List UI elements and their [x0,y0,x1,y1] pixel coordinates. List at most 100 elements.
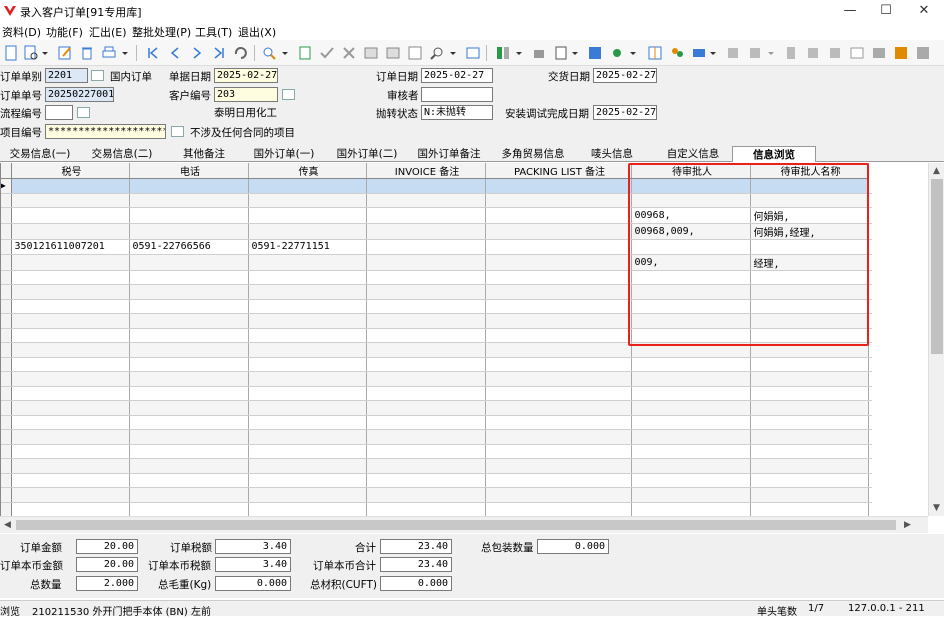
row-indicator[interactable] [1,270,12,285]
table-cell[interactable] [129,223,249,240]
last-record-icon[interactable] [210,44,228,62]
next-record-icon[interactable] [188,44,206,62]
table-cell[interactable] [129,284,249,300]
table-cell[interactable]: 009, [631,254,751,271]
install-date-field[interactable]: 2025-02-27 [593,105,657,120]
table-cell[interactable] [129,400,249,416]
delete-icon[interactable] [78,44,96,62]
table-cell[interactable] [248,178,367,194]
project-no-field[interactable]: ********************* [45,124,166,139]
table-cell[interactable]: 00968,009, [631,223,751,240]
row-indicator[interactable] [1,193,12,208]
table-cell[interactable] [248,193,367,208]
table-cell[interactable] [485,328,632,343]
table-row[interactable]: 00968, 何娟娟, [1,207,872,224]
table-cell[interactable] [631,473,751,488]
attachment-icon[interactable] [464,44,482,62]
table-cell[interactable] [485,429,632,445]
table-cell[interactable] [631,429,751,445]
table-cell[interactable] [485,254,632,271]
table-cell[interactable] [11,207,130,224]
tab-other-notes[interactable]: 其他备注 [174,146,234,162]
table-cell[interactable] [11,415,130,430]
table-cell[interactable] [11,178,130,194]
table-cell[interactable]: 00968, [631,207,751,224]
order-date-field[interactable]: 2025-02-27 [421,68,493,83]
table-cell[interactable] [129,207,249,224]
table-cell[interactable] [631,487,751,503]
table-cell[interactable] [11,400,130,416]
table-cell[interactable] [248,415,367,430]
maximize-button[interactable]: ☐ [868,0,904,22]
row-indicator[interactable] [1,400,12,416]
table-cell[interactable] [485,178,632,194]
row-indicator[interactable] [1,502,12,516]
table-cell[interactable] [248,400,367,416]
table-cell[interactable] [366,502,486,516]
row-indicator[interactable] [1,357,12,372]
customer-lookup-button[interactable] [282,89,295,100]
table-cell[interactable] [11,328,130,343]
table-cell[interactable]: 经理, [750,254,869,271]
confirm-icon[interactable] [318,44,336,62]
row-indicator[interactable] [1,444,12,459]
table-cell[interactable] [129,473,249,488]
table-cell[interactable] [631,357,751,372]
tab-foreign-order-1[interactable]: 国外订单(一) [248,146,320,162]
col-header-tax-no[interactable]: 税号 [11,163,130,179]
table-cell[interactable] [485,270,632,285]
table-cell[interactable] [631,342,751,358]
new-doc-icon[interactable] [2,44,20,62]
table-row[interactable] [1,193,872,208]
row-indicator[interactable] [1,429,12,445]
reviewer-field[interactable] [421,87,493,102]
table-cell[interactable] [485,371,632,387]
table-cell[interactable] [129,328,249,343]
project-lookup-button[interactable] [171,126,184,137]
table-cell[interactable] [750,239,869,255]
search-dropdown-icon[interactable] [448,44,458,62]
table-cell[interactable] [750,193,869,208]
table-cell[interactable] [129,299,249,314]
table-row[interactable] [1,342,872,358]
table-cell[interactable] [248,502,367,516]
table-row[interactable]: 350121611007201 0591-22766566 0591-2277115… [1,239,872,255]
edit-icon[interactable] [56,44,74,62]
filter-icon[interactable] [826,44,844,62]
row-indicator[interactable] [1,284,12,300]
scroll-right-icon[interactable]: ▶ [904,520,911,530]
table-cell[interactable] [366,299,486,314]
tab-trade-info-1[interactable]: 交易信息(一) [4,146,76,162]
table-cell[interactable] [248,429,367,445]
table-cell[interactable] [129,429,249,445]
vertical-scroll-thumb[interactable] [931,179,943,354]
table-cell[interactable] [248,458,367,474]
table-cell[interactable] [248,357,367,372]
dropdown-arrow-icon[interactable] [40,44,50,62]
vertical-scrollbar[interactable]: ▲ ▼ [928,163,944,516]
table-cell[interactable] [129,386,249,401]
table-cell[interactable]: 何娟娟, [750,207,869,224]
table-cell[interactable] [631,284,751,300]
table-cell[interactable] [750,473,869,488]
table-cell[interactable] [366,328,486,343]
table-cell[interactable] [485,415,632,430]
table-cell[interactable] [366,313,486,329]
table-cell[interactable] [485,444,632,459]
cancel-icon[interactable] [340,44,358,62]
table-cell[interactable] [248,473,367,488]
query-dropdown-icon[interactable] [280,44,290,62]
table-cell[interactable] [129,178,249,194]
table-cell[interactable] [11,223,130,240]
delivery-date-field[interactable]: 2025-02-27 [593,68,657,83]
prev-record-icon[interactable] [166,44,184,62]
order-type-field[interactable]: 2201 [45,68,88,83]
table-cell[interactable] [248,284,367,300]
row-indicator[interactable] [1,458,12,474]
table-cell[interactable] [485,400,632,416]
row-indicator[interactable] [1,207,12,224]
order-no-field[interactable]: 20250227001 [45,87,114,102]
horizontal-scroll-thumb[interactable] [16,520,896,530]
help-icon[interactable] [892,44,910,62]
table-cell[interactable] [485,357,632,372]
